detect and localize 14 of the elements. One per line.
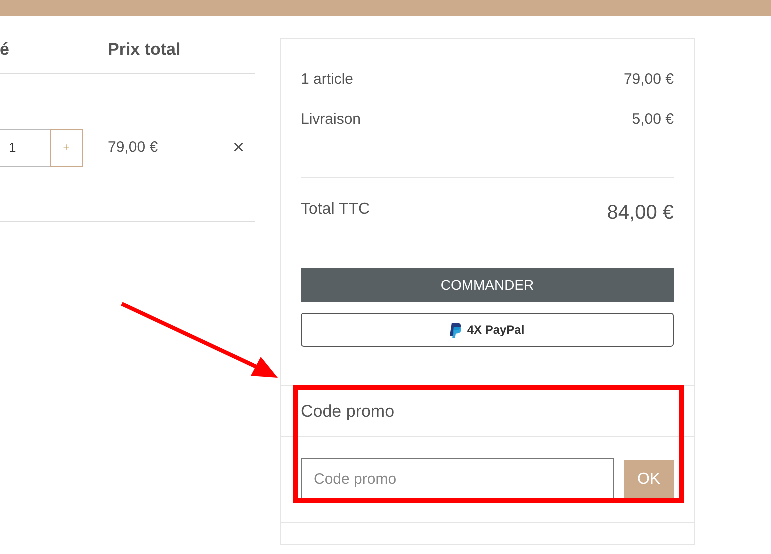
- summary-value: 79,00 €: [624, 70, 674, 88]
- checkout-button[interactable]: COMMANDER: [301, 268, 674, 302]
- column-header: é: [0, 40, 10, 60]
- promo-title: Code promo: [301, 402, 395, 421]
- summary-value: 5,00 €: [632, 110, 674, 128]
- summary-label: Livraison: [301, 110, 362, 128]
- summary-label: 1 article: [301, 70, 354, 88]
- remove-button[interactable]: ×: [233, 138, 245, 158]
- p-logo-icon: [450, 322, 462, 338]
- total-value: 84,00 €: [607, 202, 674, 224]
- item-total: 79,00 €: [108, 139, 160, 156]
- paypal-button[interactable]: 4X PayPal: [301, 313, 674, 347]
- column-header: Prix total: [108, 40, 182, 60]
- total-label: Total TTC: [301, 201, 370, 219]
